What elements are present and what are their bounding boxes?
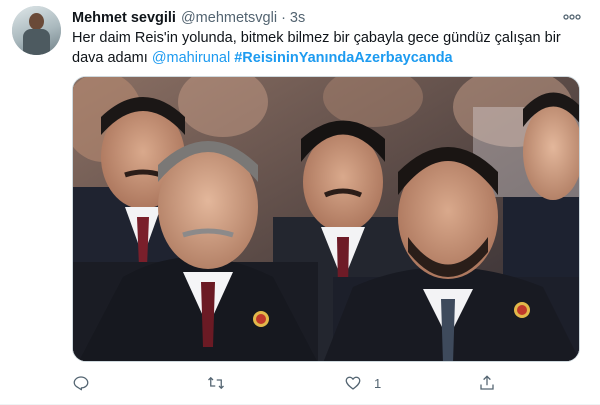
more-horizontal-icon — [563, 14, 581, 20]
tweet-timestamp[interactable]: 3s — [290, 10, 305, 26]
like-button[interactable]: 1 — [344, 372, 381, 394]
heart-icon — [345, 376, 361, 390]
mention-link[interactable]: @mahirunal — [152, 50, 230, 66]
share-icon — [480, 375, 494, 390]
reply-icon — [73, 376, 89, 391]
author-handle[interactable]: @mehmetsvgli — [181, 10, 277, 26]
avatar-body — [23, 29, 50, 55]
tweet-actions: 1 — [72, 372, 542, 394]
hashtag-link[interactable]: #ReisininYanındaAzerbaycanda — [234, 50, 452, 66]
tweet-text: Her daim Reis'in yolunda, bitmek bilmez … — [72, 28, 582, 68]
reply-button[interactable] — [72, 372, 90, 394]
tweet-header: Mehmet sevgili @mehmetsvgli · 3s — [72, 9, 305, 27]
like-count: 1 — [374, 375, 382, 391]
photo-image — [73, 77, 579, 361]
retweet-icon — [208, 376, 224, 390]
retweet-button[interactable] — [206, 372, 226, 394]
tweet-card[interactable]: Mehmet sevgili @mehmetsvgli · 3s Her dai… — [0, 0, 600, 405]
header-separator: · — [281, 10, 286, 26]
tweet-text-line-2: dava adamı @mahirunal #ReisininYanındaAz… — [72, 48, 582, 68]
tweet-text-plain: dava adamı — [72, 50, 152, 66]
author-name[interactable]: Mehmet sevgili — [72, 10, 176, 26]
tweet-photo[interactable] — [72, 76, 580, 362]
avatar-head — [29, 13, 44, 30]
avatar[interactable] — [12, 6, 61, 55]
tweet-text-line-1: Her daim Reis'in yolunda, bitmek bilmez … — [72, 30, 561, 46]
more-options-button[interactable] — [562, 9, 582, 25]
share-button[interactable] — [478, 372, 496, 394]
